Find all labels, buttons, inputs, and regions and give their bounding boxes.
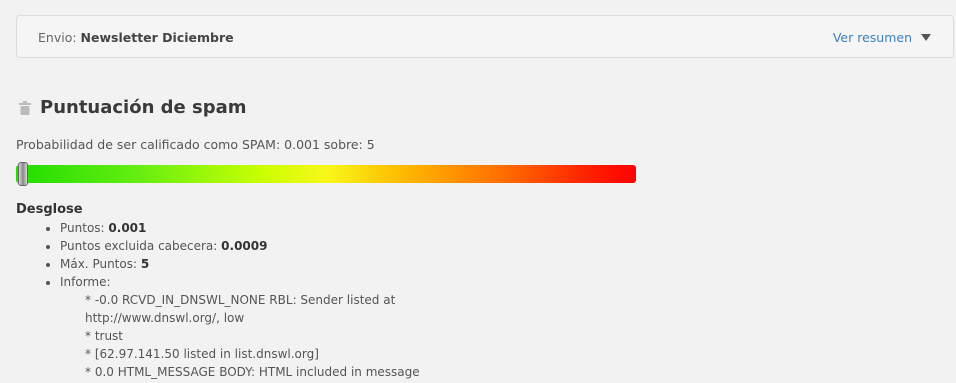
breakdown-label: Informe: — [60, 275, 111, 289]
envio-label: Envio: — [38, 30, 77, 45]
page-title: Puntuación de spam — [40, 97, 247, 118]
list-item: Puntos: 0.001 — [60, 219, 760, 237]
report-line: * -0.0 RCVD_IN_DNSWL_NONE RBL: Sender li… — [85, 293, 396, 307]
spam-section-heading: Puntuación de spam — [19, 97, 247, 118]
breakdown-value: 5 — [140, 257, 150, 271]
campaign-summary-bar: Envio: Newsletter Diciembre Ver resumen — [16, 15, 954, 58]
spam-probability-text: Probabilidad de ser calificado como SPAM… — [16, 137, 375, 152]
meter-handle — [18, 162, 29, 186]
ver-resumen-label[interactable]: Ver resumen — [833, 30, 912, 45]
list-item: Puntos excluida cabecera: 0.0009 — [60, 237, 760, 255]
spam-score-meter — [16, 162, 636, 186]
breakdown-value: 0.001 — [108, 221, 147, 235]
breakdown-value: 0.0009 — [221, 239, 268, 253]
breakdown-label: Puntos excluida cabecera: — [60, 239, 218, 253]
ver-resumen-toggle[interactable]: Ver resumen — [833, 30, 931, 45]
report-line: * 0.0 HTML_MESSAGE BODY: HTML included i… — [85, 365, 420, 379]
spam-report: * -0.0 RCVD_IN_DNSWL_NONE RBL: Sender li… — [60, 291, 760, 381]
campaign-name: Envio: Newsletter Diciembre — [38, 30, 234, 45]
report-line: * [62.97.141.50 listed in list.dnswl.org… — [85, 347, 319, 361]
list-item: Informe: * -0.0 RCVD_IN_DNSWL_NONE RBL: … — [60, 273, 760, 381]
breakdown-list: Puntos: 0.001 Puntos excluida cabecera: … — [45, 219, 760, 381]
trash-icon — [19, 100, 31, 115]
breakdown-label: Puntos: — [60, 221, 105, 235]
report-line: * trust — [85, 329, 124, 343]
caret-down-icon[interactable] — [921, 34, 931, 41]
breakdown-heading: Desglose — [16, 202, 83, 217]
list-item: Máx. Puntos: 5 — [60, 255, 760, 273]
envio-value: Newsletter Diciembre — [80, 30, 234, 45]
breakdown-label: Máx. Puntos: — [60, 257, 138, 271]
report-line: http://www.dnswl.org/, low — [85, 311, 245, 325]
